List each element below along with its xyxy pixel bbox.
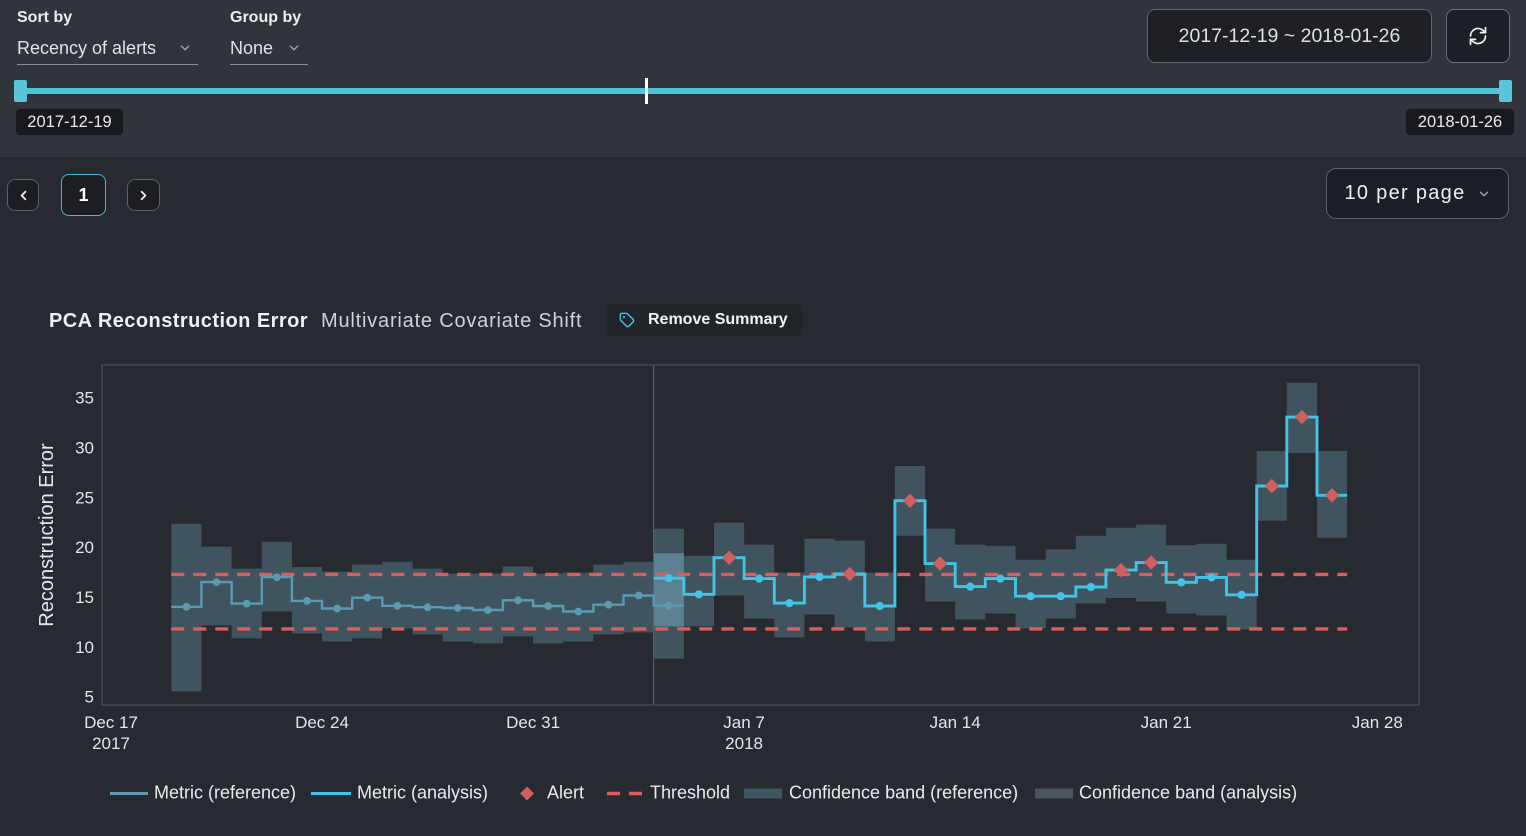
svg-text:20: 20 [75, 538, 94, 557]
svg-text:Jan 7: Jan 7 [723, 713, 765, 732]
svg-text:Dec 17: Dec 17 [84, 713, 138, 732]
svg-text:Reconstruction Error: Reconstruction Error [36, 443, 58, 627]
svg-text:2017: 2017 [92, 734, 130, 753]
svg-text:Dec 31: Dec 31 [506, 713, 560, 732]
svg-text:Jan 28: Jan 28 [1352, 713, 1403, 732]
svg-text:Dec 24: Dec 24 [295, 713, 349, 732]
svg-text:5: 5 [85, 688, 94, 707]
svg-text:Threshold: Threshold [650, 783, 730, 803]
svg-text:2018: 2018 [725, 734, 763, 753]
svg-text:Metric (reference): Metric (reference) [154, 783, 296, 803]
svg-text:25: 25 [75, 488, 94, 507]
svg-text:30: 30 [75, 439, 94, 458]
svg-text:Confidence band (analysis): Confidence band (analysis) [1079, 783, 1297, 803]
svg-text:Jan 21: Jan 21 [1141, 713, 1192, 732]
svg-text:Metric (analysis): Metric (analysis) [357, 783, 488, 803]
svg-text:Alert: Alert [547, 783, 584, 803]
svg-text:10: 10 [75, 638, 94, 657]
svg-text:Jan 14: Jan 14 [930, 713, 981, 732]
svg-text:35: 35 [75, 389, 94, 408]
svg-text:Confidence band (reference): Confidence band (reference) [789, 783, 1018, 803]
svg-text:15: 15 [75, 588, 94, 607]
